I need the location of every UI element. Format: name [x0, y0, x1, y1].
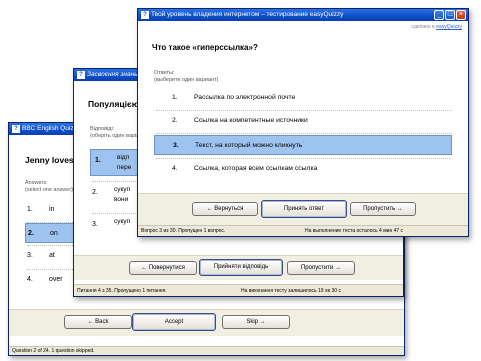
back-button[interactable]: ← Back	[64, 315, 132, 329]
answer-option-3[interactable]: 3. Текст, на который можно кликнуть	[154, 135, 452, 155]
app-icon: ?	[77, 71, 85, 79]
status-time-left: На виконання тесту залишилось 19 хв 30 с	[241, 288, 341, 294]
answer-option-4[interactable]: 4. Ссылка, которая всем ссылкам ссылка	[172, 159, 452, 179]
button-bar: ← Вернуться Принять ответ Пропустить →	[138, 193, 468, 225]
status-progress: Question 2 of 24. 1 question skipped.	[12, 348, 95, 354]
window-title-bar[interactable]: ? Твой уровень владения интернетом – тест…	[138, 9, 468, 21]
quiz-window-russian: ? Твой уровень владения интернетом – тест…	[137, 8, 469, 237]
answers-label: Ответы:	[154, 70, 175, 76]
question-text: Что такое «гиперссылка»?	[152, 43, 258, 52]
skip-button[interactable]: Skip →	[222, 315, 290, 329]
app-icon: ?	[12, 125, 20, 133]
accept-button[interactable]: Принять ответ	[261, 200, 347, 218]
made-with-link[interactable]: easyQuizzy	[436, 24, 462, 30]
skip-button[interactable]: Пропустити →	[287, 261, 355, 275]
button-bar: ← Back Accept Skip →	[9, 309, 404, 336]
answer-option-2[interactable]: 2. Ссылка на компетентные источники	[172, 111, 452, 131]
window-title: Твой уровень владения интернетом – тести…	[151, 11, 344, 18]
answer-option-3[interactable]: 3. сукуп	[92, 217, 142, 241]
answer-option-1[interactable]: 1. Рассылка по электронной почте	[172, 88, 452, 108]
answers-label: Answers:	[25, 180, 48, 186]
status-bar: Питання 4 з 35. Пропущено 1 питання. На …	[74, 284, 403, 296]
window-controls: _ □ ×	[434, 10, 466, 20]
answer-option-1[interactable]: 1. відп пере	[90, 149, 142, 176]
back-button[interactable]: ← Вернуться	[192, 202, 258, 216]
status-progress: Питання 4 з 35. Пропущено 1 питання.	[77, 288, 167, 294]
accept-button[interactable]: Accept	[132, 313, 216, 331]
button-bar: ← Повернутися Прийняти відповідь Пропуст…	[74, 255, 403, 280]
back-button[interactable]: ← Повернутися	[129, 261, 197, 275]
status-bar: Вопрос 3 из 30. Пропущен 1 вопрос. На вы…	[138, 225, 468, 236]
minimize-icon[interactable]: _	[434, 10, 444, 20]
answers-hint: (выберите один вариант)	[154, 77, 219, 83]
accept-button[interactable]: Прийняти відповідь	[199, 259, 283, 276]
skip-button[interactable]: Пропустить →	[350, 202, 416, 216]
status-progress: Вопрос 3 из 30. Пропущен 1 вопрос.	[141, 228, 226, 234]
status-time-left: На выполнение теста осталось 4 мин 47 с	[305, 228, 404, 234]
maximize-icon[interactable]: □	[445, 10, 455, 20]
app-icon: ?	[141, 11, 149, 19]
made-with: сделано в easyQuizzy	[411, 24, 462, 30]
answer-option-2[interactable]: 2. сукуп вони	[92, 185, 142, 209]
status-bar: Question 2 of 24. 1 question skipped.	[9, 346, 404, 355]
close-icon[interactable]: ×	[456, 10, 466, 20]
answers-hint: (select one answer)	[25, 187, 73, 193]
answers-label: Відповіді:	[90, 126, 115, 132]
